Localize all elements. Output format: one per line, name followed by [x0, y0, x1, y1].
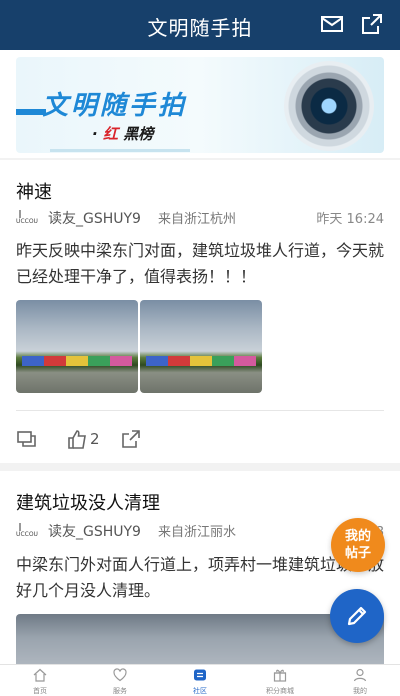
like-count: 2	[90, 430, 100, 448]
author-avatar: UCCOU	[16, 208, 38, 228]
comment-icon[interactable]	[16, 428, 38, 450]
my-posts-label-line1: 我的	[344, 529, 371, 544]
pencil-icon	[347, 606, 367, 626]
my-posts-button[interactable]: 我的 帖子	[331, 518, 385, 572]
like-icon[interactable]	[66, 428, 88, 450]
banner-title: 文明随手拍	[42, 91, 188, 121]
tab-label: 社区	[193, 687, 207, 695]
red-black-list-banner[interactable]: 文明随手拍 · 红 黑榜	[16, 57, 384, 153]
divider	[16, 410, 384, 411]
tab-points-mall[interactable]: 积分商城	[240, 665, 320, 696]
post-card[interactable]: 神速 UCCOU 读友_GSHUY9 来自浙江杭州 昨天 16:24 昨天反映中…	[0, 160, 400, 463]
banner-subtitle: · 红 黑榜	[92, 123, 153, 144]
author-name[interactable]: 读友_GSHUY9	[48, 208, 141, 228]
tab-label: 我的	[353, 687, 367, 695]
bottom-tab-bar: 首页 服务 社区 积分商城 我的	[0, 664, 400, 696]
community-icon	[194, 669, 206, 681]
post-body: 昨天反映中梁东门对面，建筑垃圾堆人行道，今天就已经处理干净了，值得表扬！！！	[16, 241, 385, 286]
banner-subtitle-red: 红	[102, 125, 118, 143]
tab-label: 积分商城	[266, 687, 294, 695]
user-icon	[353, 668, 367, 682]
post-author-row: UCCOU 读友_GSHUY9 来自浙江丽水 8月8	[16, 521, 384, 541]
camera-lens-icon	[284, 61, 374, 151]
author-avatar-label: UCCOU	[16, 531, 38, 538]
gift-icon	[273, 669, 287, 682]
tab-me[interactable]: 我的	[320, 665, 400, 696]
post-title: 神速	[16, 182, 52, 203]
post-image[interactable]	[16, 300, 138, 393]
post-image[interactable]	[16, 614, 384, 671]
post-image[interactable]	[140, 300, 262, 393]
author-avatar-label: UCCOU	[16, 218, 38, 225]
author-avatar: UCCOU	[16, 521, 38, 541]
tab-home[interactable]: 首页	[0, 665, 80, 696]
banner-underline	[50, 149, 190, 152]
post-location: 来自浙江丽水	[158, 525, 237, 540]
share-icon[interactable]	[120, 428, 142, 450]
my-posts-label-line2: 帖子	[344, 546, 371, 561]
app-header: 文明随手拍	[0, 0, 400, 50]
home-icon	[33, 668, 47, 682]
tab-community[interactable]: 社区	[160, 665, 240, 696]
banner-section: 文明随手拍 · 红 黑榜	[0, 50, 400, 158]
author-name[interactable]: 读友_GSHUY9	[48, 521, 141, 541]
new-post-button[interactable]	[330, 589, 384, 643]
post-location: 来自浙江杭州	[158, 212, 237, 227]
post-title: 建筑垃圾没人清理	[16, 493, 160, 514]
post-time: 昨天 16:24	[316, 212, 384, 227]
mail-icon[interactable]	[320, 12, 344, 36]
share-icon[interactable]	[360, 12, 384, 36]
post-author-row: UCCOU 读友_GSHUY9 来自浙江杭州 昨天 16:24	[16, 208, 384, 228]
tab-service[interactable]: 服务	[80, 665, 160, 696]
banner-subtitle-dot: ·	[92, 125, 98, 143]
tab-label: 服务	[113, 687, 127, 695]
post-card[interactable]: 建筑垃圾没人清理 UCCOU 读友_GSHUY9 来自浙江丽水 8月8 中梁东门…	[0, 471, 400, 671]
heart-icon	[113, 668, 127, 682]
tab-label: 首页	[33, 687, 47, 695]
banner-subtitle-black: 黑榜	[123, 125, 154, 143]
post-actions: 2	[16, 428, 384, 452]
